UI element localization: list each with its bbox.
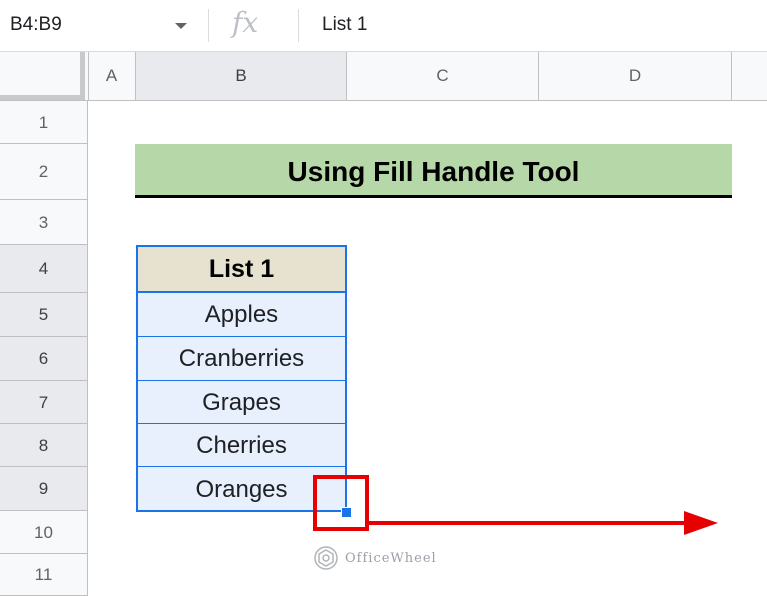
name-box-value[interactable]: B4:B9 [10,14,62,36]
row-header-4[interactable]: 4 [0,245,88,293]
title-cell[interactable]: Using Fill Handle Tool [135,144,732,198]
list-header-cell[interactable]: List 1 [136,245,347,293]
fill-handle[interactable] [341,507,352,518]
row-header-6[interactable]: 6 [0,337,88,381]
row-header-3[interactable]: 3 [0,200,88,245]
row-header-5[interactable]: 5 [0,293,88,337]
row-header-9[interactable]: 9 [0,467,88,511]
list-item[interactable]: Cherries [136,424,347,467]
row-header-11[interactable]: 11 [0,554,88,596]
column-header-d[interactable]: D [539,52,732,100]
watermark: OfficeWheel [313,544,437,572]
row-header-1[interactable]: 1 [0,101,88,144]
column-header-b[interactable]: B [136,52,347,100]
watermark-text: OfficeWheel [345,550,437,566]
column-header-a[interactable]: A [88,52,136,100]
list-item[interactable]: Grapes [136,381,347,424]
drag-arrow-line [367,521,687,525]
divider [298,9,299,42]
row-header-10[interactable]: 10 [0,511,88,554]
row-header-8[interactable]: 8 [0,424,88,467]
list-item[interactable]: Cranberries [136,337,347,381]
arrow-right-icon [684,511,718,535]
formula-bar: B4:B9 fx List 1 [0,0,767,52]
column-header-c[interactable]: C [347,52,539,100]
name-box[interactable]: B4:B9 [0,0,205,51]
column-header-row: A B C D [0,52,767,101]
column-header-e[interactable] [732,52,767,100]
row-header-2[interactable]: 2 [0,144,88,200]
list-item[interactable]: Apples [136,293,347,337]
freeze-column-handle[interactable] [80,52,85,100]
freeze-row-handle[interactable] [0,95,85,100]
row-header-7[interactable]: 7 [0,381,88,424]
officewheel-logo-icon [314,546,338,570]
formula-input[interactable]: List 1 [322,14,367,36]
select-all-corner[interactable] [0,52,89,100]
fx-icon: fx [232,6,259,39]
divider [208,9,209,42]
chevron-down-icon[interactable] [175,23,187,29]
fill-handle-highlight [313,475,369,531]
